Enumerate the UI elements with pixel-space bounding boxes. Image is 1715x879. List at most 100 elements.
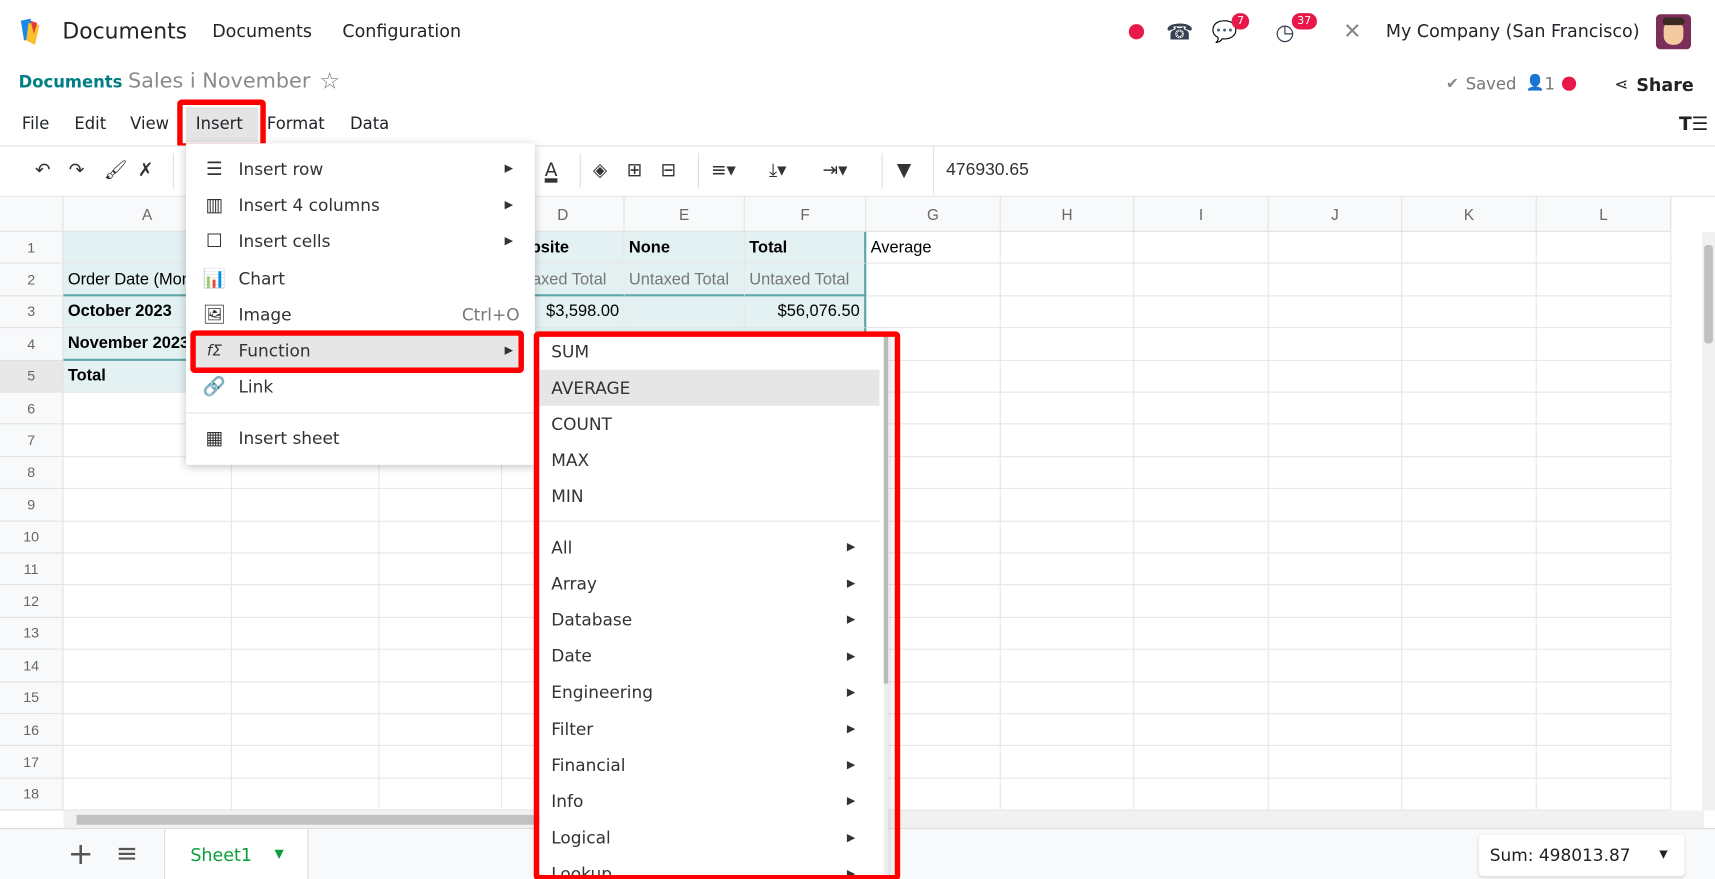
cell-j11[interactable] (1268, 553, 1403, 586)
fill-color-icon[interactable]: ◈ (593, 160, 607, 182)
cell-l8[interactable] (1536, 456, 1672, 490)
company-switcher[interactable]: My Company (San Francisco) (1386, 21, 1640, 42)
sheet-tab-caret-icon[interactable]: ▼ (275, 847, 284, 861)
cell-i1[interactable] (1134, 231, 1269, 265)
cell-c17[interactable] (379, 746, 503, 779)
cell-l13[interactable] (1536, 617, 1672, 650)
cell-l5[interactable] (1536, 360, 1672, 393)
cell-a10[interactable] (63, 521, 232, 554)
insert-menu-item-insert-sheet[interactable]: ▦ Insert sheet (186, 420, 535, 456)
cell-k6[interactable] (1402, 392, 1537, 425)
row-header-15[interactable]: 15 (0, 682, 64, 715)
cell-l7[interactable] (1536, 424, 1672, 457)
cell-i10[interactable] (1134, 521, 1269, 554)
app-title[interactable]: Documents (62, 18, 187, 44)
cell-c10[interactable] (379, 521, 503, 554)
cell-b13[interactable] (231, 617, 380, 650)
row-header-13[interactable]: 13 (0, 617, 64, 650)
row-header-2[interactable]: 2 (0, 264, 64, 297)
cell-l6[interactable] (1536, 392, 1672, 425)
row-header-11[interactable]: 11 (0, 553, 64, 586)
cell-c15[interactable] (379, 682, 503, 715)
cell-h3[interactable] (1000, 296, 1135, 329)
nav-configuration[interactable]: Configuration (342, 21, 461, 42)
cell-a9[interactable] (63, 489, 232, 522)
text-color-icon[interactable]: A (545, 160, 558, 182)
column-header-h[interactable]: H (1000, 196, 1135, 232)
cell-j12[interactable] (1268, 585, 1403, 618)
cell-j1[interactable] (1268, 231, 1403, 265)
cell-h4[interactable] (1000, 328, 1135, 361)
cell-j14[interactable] (1268, 649, 1403, 683)
horizontal-align-icon[interactable]: ≡▾ (711, 160, 736, 182)
cell-h11[interactable] (1000, 553, 1135, 586)
aggregate-selector[interactable]: Sum: 498013.87 ▼ (1478, 834, 1685, 877)
cell-b15[interactable] (231, 682, 380, 715)
cell-i3[interactable] (1134, 296, 1269, 329)
cell-k9[interactable] (1402, 489, 1537, 522)
cell-l18[interactable] (1536, 778, 1672, 811)
undo-icon[interactable]: ↶ (35, 160, 51, 182)
cell-l10[interactable] (1536, 521, 1672, 554)
menu-format[interactable]: Format (267, 114, 325, 134)
add-sheet-icon[interactable]: + (68, 836, 94, 872)
cell-j6[interactable] (1268, 392, 1403, 425)
text-wrap-icon[interactable]: ⇥▾ (823, 160, 848, 182)
cell-i8[interactable] (1134, 456, 1269, 490)
cell-g3[interactable] (866, 296, 1001, 329)
cell-h10[interactable] (1000, 521, 1135, 554)
column-header-j[interactable]: J (1268, 196, 1403, 232)
menu-data[interactable]: Data (350, 114, 389, 134)
row-header-18[interactable]: 18 (0, 778, 64, 811)
cell-c18[interactable] (379, 778, 503, 811)
cell-l9[interactable] (1536, 489, 1672, 522)
cell-c12[interactable] (379, 585, 503, 618)
cell-a18[interactable] (63, 778, 232, 811)
cell-j17[interactable] (1268, 746, 1403, 779)
row-header-8[interactable]: 8 (0, 456, 64, 490)
cell-c16[interactable] (379, 714, 503, 747)
cell-i4[interactable] (1134, 328, 1269, 361)
cell-c9[interactable] (379, 489, 503, 522)
filter-icon[interactable]: ▼ (897, 160, 911, 182)
borders-icon[interactable]: ⊞ (627, 160, 643, 182)
cell-l3[interactable] (1536, 296, 1672, 329)
cell-l4[interactable] (1536, 328, 1672, 361)
clear-format-icon[interactable]: ✗ (138, 160, 154, 182)
row-header-5[interactable]: 5 (0, 360, 64, 393)
row-header-4[interactable]: 4 (0, 328, 64, 361)
insert-menu-item-link[interactable]: 🔗 Link (186, 369, 535, 405)
cell-h14[interactable] (1000, 649, 1135, 683)
insert-menu-item-insert-4-columns[interactable]: ▥ Insert 4 columns ▶ (186, 187, 535, 223)
redo-icon[interactable]: ↷ (69, 160, 85, 182)
cell-i15[interactable] (1134, 682, 1269, 715)
cell-a14[interactable] (63, 649, 232, 683)
column-header-k[interactable]: K (1402, 196, 1537, 232)
cell-k5[interactable] (1402, 360, 1537, 393)
formula-input[interactable]: 476930.65 (946, 161, 1029, 181)
user-avatar[interactable] (1656, 14, 1692, 50)
share-icon[interactable]: ⋖ (1614, 74, 1628, 94)
cell-h17[interactable] (1000, 746, 1135, 779)
cell-f2[interactable]: Untaxed Total (744, 264, 867, 297)
formula-bar[interactable]: 476930.65 (933, 146, 1715, 195)
insert-menu-item-chart[interactable]: 📊 Chart (186, 260, 535, 296)
breadcrumb-parent[interactable]: Documents (19, 72, 123, 92)
row-header-14[interactable]: 14 (0, 649, 64, 683)
select-all-corner[interactable] (0, 196, 64, 232)
cell-g2[interactable] (866, 264, 1001, 297)
favorite-star-icon[interactable]: ☆ (319, 68, 340, 94)
cell-b16[interactable] (231, 714, 380, 747)
cell-i16[interactable] (1134, 714, 1269, 747)
cell-l1[interactable] (1536, 231, 1672, 265)
cell-i17[interactable] (1134, 746, 1269, 779)
cell-i11[interactable] (1134, 553, 1269, 586)
cell-i5[interactable] (1134, 360, 1269, 393)
cell-b17[interactable] (231, 746, 380, 779)
cell-i13[interactable] (1134, 617, 1269, 650)
cell-j4[interactable] (1268, 328, 1403, 361)
cell-k13[interactable] (1402, 617, 1537, 650)
cell-h5[interactable] (1000, 360, 1135, 393)
cell-a16[interactable] (63, 714, 232, 747)
cell-k18[interactable] (1402, 778, 1537, 811)
